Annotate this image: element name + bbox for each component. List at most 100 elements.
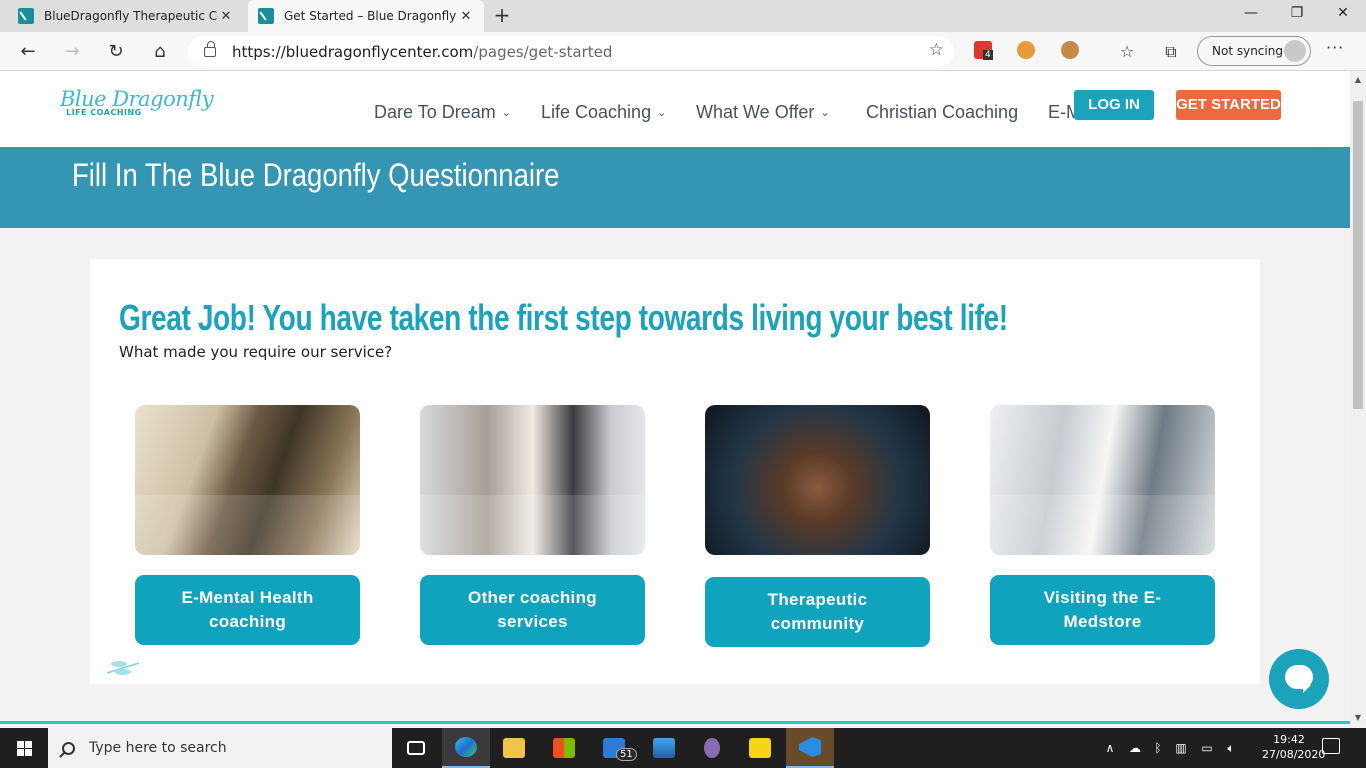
close-tab-icon[interactable]: ✕ xyxy=(458,9,474,24)
close-tab-icon[interactable]: ✕ xyxy=(218,9,234,24)
bluetooth-icon[interactable]: ᛒ xyxy=(1150,728,1166,768)
search-placeholder: Type here to search xyxy=(89,740,227,756)
option-photo xyxy=(420,405,645,555)
option-photo xyxy=(990,405,1215,555)
volume-icon[interactable]: 🔈︎ xyxy=(1220,728,1242,768)
questionnaire-card: Great Job! You have taken the first step… xyxy=(90,259,1260,684)
questionnaire-headline: Great Job! You have taken the first step… xyxy=(119,297,1008,338)
more-menu-icon[interactable]: ··· xyxy=(1326,38,1344,57)
url-path: /pages/get-started xyxy=(473,42,613,61)
nav-label: Dare To Dream xyxy=(374,102,496,122)
tab-title: BlueDragonfly Therapeutic Comm xyxy=(44,9,218,23)
store-icon[interactable] xyxy=(540,728,588,768)
url-host: https://bluedragonflycenter.com xyxy=(232,42,474,61)
url-text: https://bluedragonflycenter.com/pages/ge… xyxy=(232,43,612,61)
nav-item-dare-to-dream[interactable]: Dare To Dream ⌄ xyxy=(374,102,511,126)
collections-icon[interactable]: ⧉ xyxy=(1157,38,1185,66)
nav-item-life-coaching[interactable]: Life Coaching ⌄ xyxy=(541,102,666,126)
cookie-extension-icon[interactable] xyxy=(1061,41,1079,59)
nav-item-christian-coaching[interactable]: Christian Coaching xyxy=(866,102,1018,126)
windows-taskbar: Type here to search 51 ∧ ☁ ᛒ ▥ ▭ 🔈︎ 19:4… xyxy=(0,728,1366,768)
avatar-icon xyxy=(1284,40,1306,62)
extension-badge: 4 xyxy=(983,50,993,60)
close-window-icon[interactable]: ✕ xyxy=(1320,0,1366,30)
browser-tab-strip: BlueDragonfly Therapeutic Comm ✕ Get Sta… xyxy=(0,0,1366,32)
minimize-icon[interactable]: — xyxy=(1228,0,1274,30)
scroll-up-icon[interactable]: ▲ xyxy=(1350,75,1366,84)
clock-time: 19:42 xyxy=(1273,733,1305,746)
display-icon[interactable]: ▭ xyxy=(1196,728,1218,768)
search-icon xyxy=(62,741,75,755)
option-button[interactable]: Visiting the E-Medstore xyxy=(990,575,1215,645)
vscode-icon[interactable] xyxy=(786,728,834,768)
scroll-thumb[interactable] xyxy=(1353,101,1363,409)
tray-overflow-icon[interactable]: ∧ xyxy=(1100,728,1120,768)
profile-label: Not syncing xyxy=(1212,44,1283,58)
site-header: Blue Dragonfly LIFE COACHING Dare To Dre… xyxy=(0,71,1350,147)
onedrive-icon[interactable]: ☁ xyxy=(1124,728,1146,768)
nav-label: What We Offer xyxy=(696,102,815,122)
web-page: Blue Dragonfly LIFE COACHING Dare To Dre… xyxy=(0,71,1350,724)
browser-tab-active[interactable]: Get Started – Blue Dragonfly Cen ✕ xyxy=(248,0,484,32)
option-button[interactable]: Other coaching services xyxy=(420,575,645,645)
option-button[interactable]: E-Mental Health coaching xyxy=(135,575,360,645)
refresh-icon[interactable]: ↻ xyxy=(102,38,130,66)
extension-icon[interactable]: 4 xyxy=(974,41,993,60)
lock-icon[interactable] xyxy=(204,40,216,57)
back-icon[interactable]: ← xyxy=(14,38,42,66)
chevron-down-icon: ⌄ xyxy=(657,107,667,119)
page-banner: Fill In The Blue Dragonfly Questionnaire xyxy=(0,147,1350,228)
option-other-coaching: Other coaching services xyxy=(420,405,645,645)
questionnaire-question: What made you require our service? xyxy=(119,343,393,361)
task-view-icon[interactable] xyxy=(392,728,440,768)
maximize-icon[interactable]: ❐ xyxy=(1274,0,1320,30)
page-scrollbar[interactable]: ▲ ▼ xyxy=(1350,71,1366,724)
start-button[interactable] xyxy=(0,728,48,768)
clock[interactable]: 19:42 27/08/2020 xyxy=(1262,732,1326,762)
tor-browser-icon[interactable] xyxy=(688,728,736,768)
edge-icon[interactable] xyxy=(442,728,490,768)
windows-logo-icon xyxy=(17,741,32,756)
site-favicon-icon xyxy=(18,8,34,24)
site-favicon-icon xyxy=(258,8,274,24)
option-visit-e-medstore: Visiting the E-Medstore xyxy=(990,405,1215,645)
page-title: Fill In The Blue Dragonfly Questionnaire xyxy=(72,157,560,193)
nav-label: Christian Coaching xyxy=(866,102,1019,122)
nav-label: Life Coaching xyxy=(541,102,652,122)
file-explorer-icon[interactable] xyxy=(490,728,538,768)
nav-item-what-we-offer[interactable]: What We Offer ⌄ xyxy=(696,102,830,126)
mail-badge: 51 xyxy=(616,748,637,761)
favorite-star-icon[interactable]: ☆ xyxy=(929,40,944,60)
browser-tab[interactable]: BlueDragonfly Therapeutic Comm ✕ xyxy=(8,0,244,32)
tab-title: Get Started – Blue Dragonfly Cen xyxy=(284,9,458,23)
forward-icon[interactable]: → xyxy=(58,38,86,66)
option-e-mental-health: E-Mental Health coaching xyxy=(135,405,360,645)
option-therapeutic-community: Therapeutic community xyxy=(705,405,930,647)
option-photo xyxy=(135,405,360,555)
chevron-down-icon: ⌄ xyxy=(820,107,830,119)
new-tab-icon[interactable]: + xyxy=(490,4,514,28)
chevron-down-icon: ⌄ xyxy=(501,107,511,119)
login-button[interactable]: LOG IN xyxy=(1074,90,1154,120)
get-started-button[interactable]: GET STARTED xyxy=(1176,90,1281,120)
home-icon[interactable]: ⌂ xyxy=(146,38,174,66)
option-button[interactable]: Therapeutic community xyxy=(705,577,930,647)
favorites-icon[interactable]: ☆ xyxy=(1113,38,1141,66)
mail-icon[interactable]: 51 xyxy=(590,728,638,768)
address-bar[interactable]: https://bluedragonflycenter.com/pages/ge… xyxy=(188,36,954,67)
photos-icon[interactable] xyxy=(640,728,688,768)
sticky-notes-icon[interactable] xyxy=(736,728,784,768)
network-icon[interactable]: ▥ xyxy=(1170,728,1192,768)
taskbar-search[interactable]: Type here to search xyxy=(48,728,392,768)
chat-bubble-icon[interactable] xyxy=(1269,649,1329,709)
extension-icon[interactable] xyxy=(1017,41,1035,59)
notifications-icon[interactable] xyxy=(1322,738,1340,754)
site-logo[interactable]: Blue Dragonfly LIFE COACHING xyxy=(60,87,214,129)
option-photo xyxy=(705,405,930,555)
scroll-down-icon[interactable]: ▼ xyxy=(1350,713,1366,722)
footer-strip xyxy=(0,721,1350,724)
dragonfly-icon xyxy=(106,661,140,675)
clock-date: 27/08/2020 xyxy=(1262,748,1326,761)
address-bar-row: ← → ↻ ⌂ https://bluedragonflycenter.com/… xyxy=(0,32,1366,71)
profile-button[interactable]: Not syncing xyxy=(1197,36,1311,66)
